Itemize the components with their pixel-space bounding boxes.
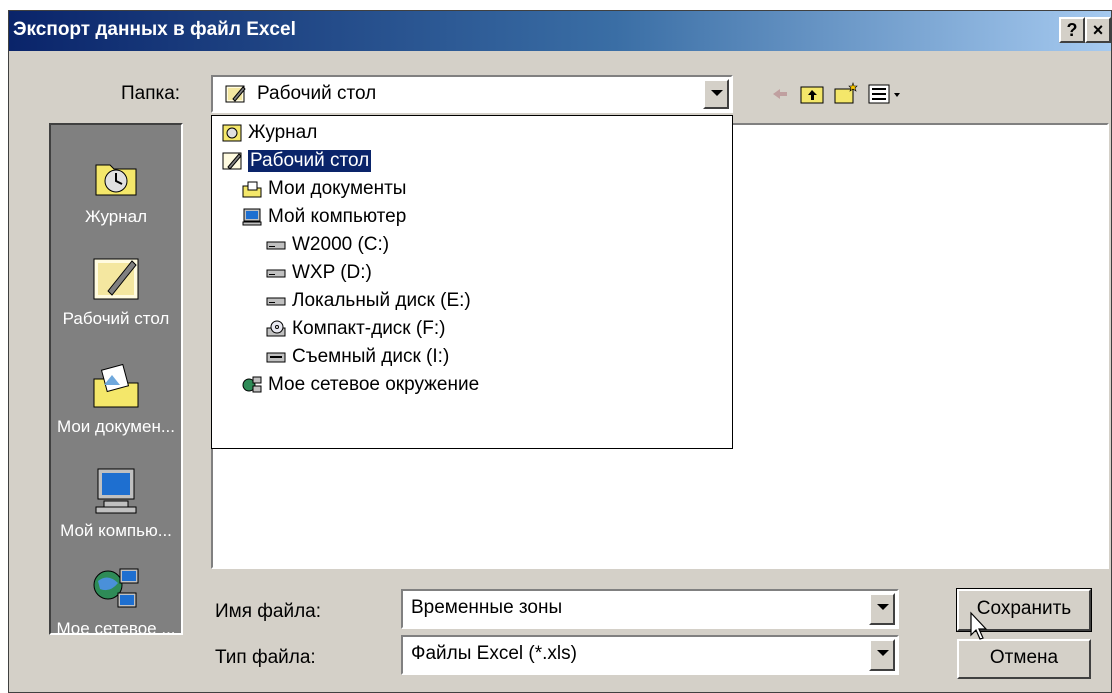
dropdown-item-network[interactable]: Мое сетевое окружение	[242, 372, 479, 398]
places-network[interactable]: Мое сетевое ...	[51, 563, 181, 639]
dropdown-item-desktop[interactable]: Рабочий стол	[222, 148, 372, 174]
view-menu-icon[interactable]	[867, 81, 907, 107]
dropdown-item-drive-e[interactable]: Локальный диск (E:)	[266, 288, 471, 314]
dropdown-item-label: Журнал	[248, 122, 318, 143]
computer-icon	[90, 465, 142, 517]
folder-dropdown-button[interactable]	[703, 79, 729, 109]
save-button-label: Сохранить	[976, 598, 1072, 619]
filetype-select[interactable]: Файлы Excel (*.xls)	[401, 635, 899, 675]
filetype-dropdown-button[interactable]	[869, 639, 895, 671]
title-bar[interactable]: Экспорт данных в файл Excel ? ×	[9, 11, 1111, 51]
desktop-icon	[90, 253, 142, 305]
dropdown-item-drive-i[interactable]: Съемный диск (I:)	[266, 344, 449, 370]
filetype-value: Файлы Excel (*.xls)	[411, 643, 577, 664]
hard-drive-icon	[266, 264, 286, 282]
desktop-icon	[225, 83, 246, 103]
export-dialog: Экспорт данных в файл Excel ? × Папка: Р…	[8, 10, 1112, 693]
places-documents-label: Мои докумен...	[56, 417, 176, 436]
cd-drive-icon	[266, 320, 286, 338]
help-button[interactable]: ?	[1059, 17, 1085, 43]
dropdown-item-label: Мои документы	[268, 178, 407, 199]
cancel-button[interactable]: Отмена	[957, 639, 1091, 679]
cancel-button-label: Отмена	[989, 647, 1059, 668]
filename-label: Имя файла:	[215, 601, 322, 622]
dropdown-item-label: Мой компьютер	[268, 206, 407, 227]
dropdown-item-label: WXP (D:)	[292, 262, 372, 283]
places-history-label: Журнал	[84, 207, 148, 226]
dropdown-item-label: Съемный диск (I:)	[292, 346, 450, 367]
hard-drive-icon	[266, 292, 286, 310]
removable-drive-icon	[266, 348, 286, 366]
dropdown-item-label: Рабочий стол	[248, 150, 372, 172]
network-icon	[90, 563, 142, 615]
places-desktop-label: Рабочий стол	[62, 309, 170, 328]
dropdown-item-history[interactable]: Журнал	[222, 120, 317, 146]
filename-dropdown-button[interactable]	[869, 593, 895, 625]
filename-field[interactable]: Временные зоны	[401, 589, 899, 629]
mouse-cursor-icon	[969, 611, 989, 641]
dropdown-item-drive-f[interactable]: Компакт-диск (F:)	[266, 316, 445, 342]
window-title: Экспорт данных в файл Excel	[13, 19, 296, 40]
places-history[interactable]: Журнал	[51, 151, 181, 227]
history-icon	[90, 151, 142, 203]
back-icon[interactable]	[767, 81, 793, 107]
dropdown-item-label: Локальный диск (E:)	[292, 290, 471, 311]
filename-value: Временные зоны	[411, 597, 563, 618]
places-computer-label: Мой компью...	[60, 521, 172, 540]
new-folder-icon[interactable]	[833, 81, 859, 107]
close-button[interactable]: ×	[1085, 17, 1111, 43]
dropdown-item-drive-d[interactable]: WXP (D:)	[266, 260, 372, 286]
my-documents-icon	[90, 361, 142, 413]
dropdown-item-computer[interactable]: Мой компьютер	[242, 204, 406, 230]
places-network-label: Мое сетевое ...	[56, 619, 176, 638]
dropdown-item-documents[interactable]: Мои документы	[242, 176, 406, 202]
folder-label: Папка:	[121, 83, 181, 104]
network-icon	[242, 376, 262, 394]
places-bar: Журнал Рабочий стол Мои докумен... Мой к…	[49, 123, 183, 638]
folder-value: Рабочий стол	[257, 83, 377, 104]
dropdown-item-label: Мое сетевое окружение	[268, 374, 480, 395]
history-icon	[222, 124, 242, 142]
dropdown-item-label: Компакт-диск (F:)	[292, 318, 446, 339]
up-folder-icon[interactable]	[799, 81, 825, 107]
places-documents[interactable]: Мои докумен...	[51, 361, 181, 437]
dropdown-item-drive-c[interactable]: W2000 (C:)	[266, 232, 389, 258]
places-desktop[interactable]: Рабочий стол	[51, 253, 181, 329]
hard-drive-icon	[266, 236, 286, 254]
dropdown-item-label: W2000 (C:)	[292, 234, 390, 255]
folder-dropdown-list[interactable]: Журнал Рабочий стол Мои документы Мой ко…	[211, 115, 733, 449]
folder-combo[interactable]: Рабочий стол	[211, 75, 733, 113]
filetype-label: Тип файла:	[215, 647, 316, 668]
places-computer[interactable]: Мой компью...	[51, 465, 181, 541]
my-documents-icon	[242, 180, 262, 198]
computer-icon	[242, 208, 262, 226]
desktop-icon	[222, 152, 242, 170]
